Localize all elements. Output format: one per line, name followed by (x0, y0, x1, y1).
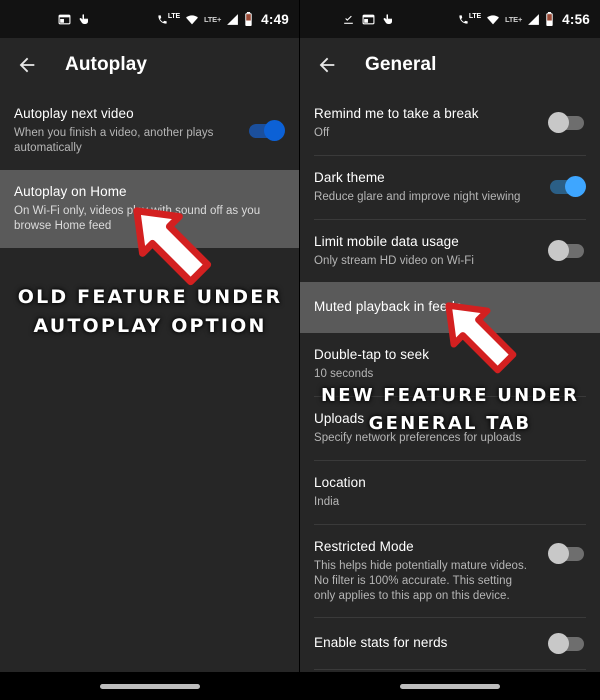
list-item[interactable]: Restricted Mode This helps hide potentia… (300, 524, 600, 618)
row-subtitle: When you finish a video, another plays a… (14, 126, 214, 154)
wifi-icon (185, 13, 199, 26)
toggle-knob (548, 632, 569, 654)
download-done-icon (342, 13, 355, 26)
row-title: Autoplay next video (14, 106, 134, 121)
row-subtitle: Only stream HD video on Wi-Fi (314, 254, 474, 267)
remind-me-to-take-a-break-toggle[interactable] (548, 112, 584, 134)
row-subtitle: Specify network preferences for uploads (314, 432, 522, 444)
signal-bars-icon (527, 13, 540, 26)
restricted-mode-toggle[interactable] (548, 542, 584, 564)
left-settings-list: Autoplay next video When you finish a vi… (0, 92, 299, 248)
home-indicator[interactable] (100, 683, 200, 689)
row-title: Restricted Mode (314, 538, 414, 554)
page-title: General (365, 54, 437, 75)
divider (314, 669, 586, 671)
lte-call-icon: LTE (157, 13, 180, 26)
row-title: Remind me to take a break (314, 106, 479, 121)
row-subtitle: India (314, 495, 340, 508)
row-title: Location (314, 474, 366, 490)
enable-stats-for-nerds-toggle[interactable] (548, 632, 584, 654)
back-arrow-icon[interactable] (14, 52, 40, 78)
lte-label: LTE (167, 12, 180, 20)
screenshot-root: LTE LTE+ 4:49 Autoplay Autoplay next vid… (0, 0, 600, 700)
row-title: Dark theme (314, 169, 385, 185)
left-clock: 4:49 (261, 11, 289, 27)
row-title: Double-tap to seek (314, 347, 430, 363)
left-status-system-icons: LTE LTE+ 4:49 (157, 12, 289, 27)
list-item[interactable]: Uploads Specify network preferences for … (300, 397, 600, 460)
left-status-notification-icons (58, 13, 90, 26)
list-item[interactable]: Location India (300, 460, 600, 524)
row-title: Enable stats for nerds (314, 635, 448, 651)
toggle-knob (548, 240, 569, 262)
list-item[interactable]: Dark theme Reduce glare and improve nigh… (300, 155, 600, 219)
row-title: Autoplay on Home (14, 183, 127, 199)
back-arrow-icon[interactable] (314, 52, 340, 78)
battery-icon (545, 12, 554, 26)
autoplay-next-video-toggle[interactable] (249, 119, 285, 141)
lte-plus-label: LTE+ (203, 14, 222, 24)
left-phone-screenshot: LTE LTE+ 4:49 Autoplay Autoplay next vid… (0, 0, 300, 700)
hand-tap-icon (78, 13, 90, 26)
list-item[interactable]: Double-tap to seek 10 seconds (300, 333, 600, 397)
list-item[interactable]: Autoplay next video When you finish a vi… (0, 92, 299, 170)
signal-bars-icon (226, 13, 239, 26)
right-app-bar: General (300, 38, 600, 92)
app-window-icon (362, 13, 375, 26)
toggle-knob (264, 119, 285, 141)
limit-mobile-data-usage-toggle[interactable] (548, 240, 584, 262)
lte-plus-label: LTE+ (504, 14, 523, 24)
page-title: Autoplay (65, 54, 148, 75)
row-title: Muted playback in feeds (314, 299, 462, 315)
home-indicator[interactable] (400, 683, 500, 689)
toggle-knob (548, 542, 569, 564)
list-item[interactable]: Enable stats for nerds (300, 618, 600, 670)
row-title: Uploads (314, 411, 365, 427)
battery-icon (244, 12, 253, 26)
right-gesture-navbar (300, 672, 600, 700)
right-settings-list: Remind me to take a break Off Dark theme… (300, 92, 600, 671)
row-subtitle: 10 seconds (314, 368, 374, 381)
row-subtitle: This helps hide potentially mature video… (314, 559, 528, 602)
dark-theme-toggle[interactable] (550, 176, 586, 198)
right-status-system-icons: LTE LTE+ 4:56 (458, 12, 590, 27)
left-status-bar: LTE LTE+ 4:49 (0, 0, 299, 38)
right-status-bar: LTE LTE+ 4:56 (300, 0, 600, 38)
left-app-bar: Autoplay (0, 38, 299, 92)
left-gesture-navbar (0, 672, 299, 700)
hand-tap-icon (382, 13, 394, 26)
row-title: Limit mobile data usage (314, 233, 459, 249)
row-subtitle: Reduce glare and improve night viewing (314, 190, 521, 203)
list-item[interactable]: Remind me to take a break Off (300, 92, 600, 155)
lte-label: LTE (468, 12, 481, 20)
toggle-knob (565, 176, 586, 198)
row-subtitle: Off (314, 126, 330, 139)
list-item[interactable]: Limit mobile data usage Only stream HD v… (300, 219, 600, 283)
list-item[interactable]: Autoplay on Home On Wi-Fi only, videos p… (0, 169, 299, 248)
lte-call-icon: LTE (458, 13, 481, 26)
wifi-icon (486, 13, 500, 26)
right-status-notification-icons (342, 13, 394, 26)
toggle-knob (548, 112, 569, 134)
app-window-icon (58, 13, 71, 26)
right-clock: 4:56 (562, 11, 590, 27)
row-subtitle: On Wi-Fi only, videos play with sound of… (14, 204, 261, 232)
right-phone-screenshot: LTE LTE+ 4:56 General Remind me to take … (300, 0, 600, 700)
list-item[interactable]: Muted playback in feeds (300, 282, 600, 334)
